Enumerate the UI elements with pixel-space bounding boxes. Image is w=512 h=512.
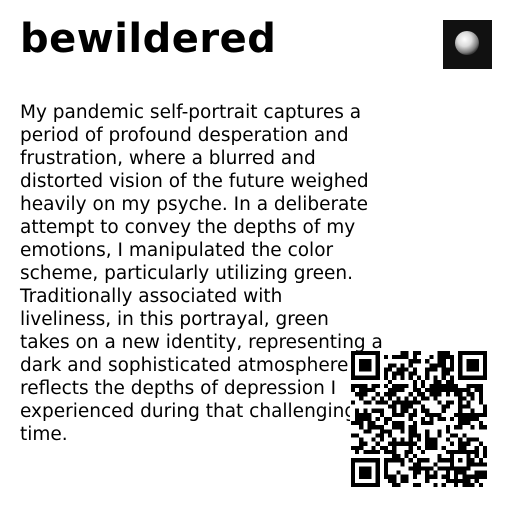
description-line: attempt to convey the depths of my [20, 217, 356, 238]
qr-code-icon [351, 351, 487, 487]
description-line: Traditionally associated with [20, 286, 283, 307]
page-title: bewildered [20, 16, 277, 62]
description-line: My pandemic self-portrait captures a [20, 102, 362, 123]
description-line: distorted vision of the future weighed [20, 171, 369, 192]
description-line: heavily on my psyche. In a deliberate [20, 194, 369, 215]
qr-code[interactable] [350, 351, 488, 487]
orb-icon [443, 20, 492, 69]
artwork-thumbnail[interactable] [443, 20, 492, 69]
description-line: emotions, I manipulated the color [20, 240, 334, 261]
description-line: frustration, where a blurred and [20, 148, 316, 169]
description-line: liveliness, in this portrayal, green [20, 309, 329, 330]
description-line: period of profound desperation and [20, 125, 349, 146]
description-line: scheme, particularly utilizing green. [20, 263, 354, 284]
